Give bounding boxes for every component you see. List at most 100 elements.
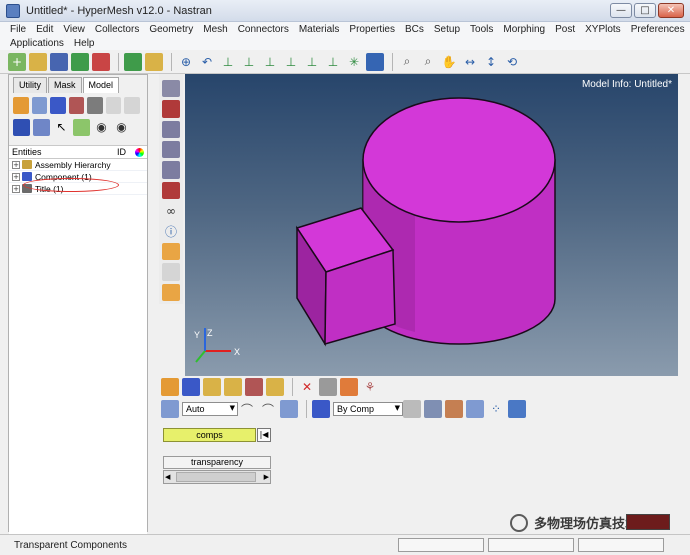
menu-setup[interactable]: Setup — [434, 24, 460, 35]
zoom-window-icon[interactable]: ⌕ — [419, 53, 437, 71]
first-button[interactable]: |◀ — [257, 428, 271, 442]
show-elements-icon[interactable] — [162, 100, 180, 118]
menu-mesh[interactable]: Mesh — [203, 24, 227, 35]
renumber-icon[interactable] — [87, 96, 103, 114]
graphics-viewport[interactable]: Model Info: Untitled* X Z Y — [185, 74, 678, 376]
mask-grey-icon[interactable] — [319, 378, 337, 396]
section-icon[interactable] — [366, 52, 384, 71]
display-all-icon[interactable] — [13, 96, 29, 114]
monitor-icon[interactable] — [508, 400, 526, 418]
view-iso-icon[interactable]: ⊥ — [282, 53, 300, 71]
frame-icon[interactable] — [162, 283, 180, 301]
delete-x-icon[interactable]: ✕ — [298, 378, 316, 396]
save-icon[interactable] — [50, 52, 68, 71]
menu-materials[interactable]: Materials — [299, 24, 340, 35]
menu-post[interactable]: Post — [555, 24, 575, 35]
menu-properties[interactable]: Properties — [349, 24, 395, 35]
surface-shade-icon[interactable]: ⌒ — [259, 400, 277, 418]
open-icon[interactable] — [29, 52, 47, 71]
reorder-icon[interactable] — [245, 378, 263, 396]
menu-collectors[interactable]: Collectors — [95, 24, 139, 35]
shaded-mesh-icon[interactable] — [162, 141, 180, 159]
close-button[interactable]: ✕ — [658, 3, 684, 18]
geometry-mode-select[interactable]: Auto ▼ — [182, 402, 238, 416]
expand-icon[interactable]: + — [12, 172, 20, 181]
user-icon[interactable] — [124, 52, 142, 71]
entity-selector[interactable]: comps — [163, 428, 256, 442]
import-icon[interactable] — [71, 52, 89, 71]
menu-file[interactable]: File — [10, 24, 26, 35]
move-horizontal-icon[interactable]: ↔ — [461, 53, 479, 71]
new-icon[interactable]: + — [8, 52, 26, 71]
color-icon[interactable] — [266, 378, 284, 396]
grey-icon[interactable] — [105, 96, 122, 114]
menu-applications[interactable]: Applications — [10, 38, 64, 49]
shaded-element-icon[interactable] — [424, 400, 442, 418]
menu-geometry[interactable]: Geometry — [149, 24, 193, 35]
component-icon[interactable] — [50, 96, 66, 114]
menu-tools[interactable]: Tools — [470, 24, 493, 35]
export-icon[interactable] — [92, 52, 110, 71]
delete-icon[interactable] — [68, 96, 85, 114]
fit-icon[interactable]: ⌕ — [398, 53, 416, 71]
menu-preferences[interactable]: Preferences — [631, 24, 685, 35]
create-icon[interactable] — [31, 96, 48, 114]
id-column-header[interactable]: ID — [117, 147, 135, 157]
slider-left-arrow[interactable]: ◀ — [164, 473, 170, 481]
slider-thumb[interactable] — [176, 472, 256, 482]
tab-utility[interactable]: Utility — [13, 77, 47, 93]
feature-icon[interactable] — [445, 400, 463, 418]
shaded-icon[interactable] — [162, 161, 180, 179]
color-wheel-icon[interactable] — [135, 147, 144, 157]
dots-icon[interactable]: ⁘ — [487, 400, 505, 418]
shaded-edges-icon[interactable] — [466, 400, 484, 418]
transparency-slider[interactable]: ◀ ▶ — [163, 470, 271, 484]
menu-morphing[interactable]: Morphing — [503, 24, 545, 35]
shade-icon[interactable] — [13, 118, 30, 136]
label-abc-icon[interactable] — [162, 242, 180, 261]
wireframe-icon[interactable] — [33, 118, 50, 136]
cursor-icon[interactable]: ↖ — [53, 119, 70, 136]
transparent-icon[interactable] — [162, 181, 180, 200]
rotate-icon[interactable]: ⟲ — [503, 53, 521, 71]
surface-icon[interactable]: ⌒ — [238, 400, 256, 418]
minimize-button[interactable]: — — [610, 3, 632, 18]
library-icon[interactable] — [145, 52, 163, 71]
mask-icon[interactable] — [162, 80, 180, 98]
organize-icon[interactable] — [224, 378, 242, 396]
entities-column-header[interactable]: Entities — [12, 147, 117, 157]
move-vertical-icon[interactable]: ↕ — [482, 53, 500, 71]
move-icon[interactable] — [73, 118, 90, 136]
find-icon[interactable] — [161, 378, 179, 396]
view-z-icon[interactable]: ⊥ — [261, 53, 279, 71]
menu-edit[interactable]: Edit — [36, 24, 53, 35]
pan-icon[interactable]: ✋ — [440, 53, 458, 71]
menu-xyplots[interactable]: XYPlots — [585, 24, 621, 35]
menu-bcs[interactable]: BCs — [405, 24, 424, 35]
label-abc-2-icon[interactable] — [162, 263, 180, 281]
tab-model[interactable]: Model — [82, 77, 120, 93]
menu-help[interactable]: Help — [74, 38, 95, 49]
mesh-icon[interactable] — [162, 120, 180, 139]
numbers-icon[interactable]: ⓘ — [162, 223, 180, 240]
tree-icon[interactable]: ⚘ — [361, 378, 379, 396]
solid-icon[interactable] — [280, 400, 298, 418]
rotate-left-icon[interactable]: ↶ — [198, 53, 216, 71]
list-item[interactable]: + Assembly Hierarchy — [9, 159, 147, 171]
slider-right-arrow[interactable]: ▶ — [264, 473, 270, 481]
hide-icon[interactable]: ◉ — [113, 119, 130, 136]
show-icon[interactable]: ◉ — [93, 119, 110, 136]
expand-icon[interactable]: + — [12, 160, 20, 169]
color-by-icon[interactable] — [312, 400, 330, 418]
expand-icon[interactable]: + — [12, 184, 20, 193]
model-canvas[interactable]: X Z Y — [185, 74, 678, 376]
color-mode-select[interactable]: By Comp ▼ — [333, 402, 403, 416]
grey-icon-2[interactable] — [124, 96, 141, 114]
geometry-mode-icon[interactable] — [161, 400, 179, 418]
menu-connectors[interactable]: Connectors — [238, 24, 289, 35]
view-y-icon[interactable]: ⊥ — [240, 53, 258, 71]
wire-element-icon[interactable] — [403, 400, 421, 418]
spin-icon[interactable]: ✳ — [345, 53, 363, 71]
tab-mask[interactable]: Mask — [48, 77, 82, 93]
menu-view[interactable]: View — [63, 24, 85, 35]
